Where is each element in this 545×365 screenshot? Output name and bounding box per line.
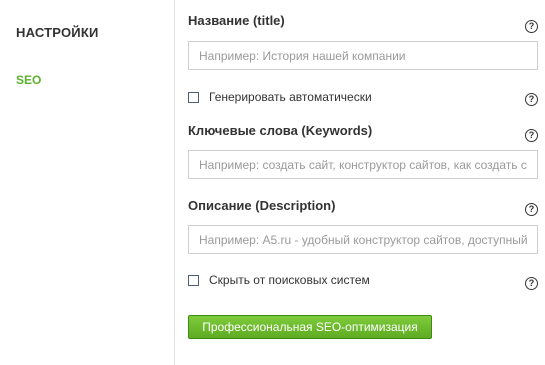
- seo-settings-form: Название (title) ? Генерировать автомати…: [188, 0, 545, 365]
- hide-from-search-label[interactable]: Скрыть от поисковых систем: [209, 273, 370, 287]
- generate-auto-row[interactable]: Генерировать автоматически: [188, 89, 372, 105]
- description-label: Описание (Description): [188, 198, 336, 213]
- keywords-label: Ключевые слова (Keywords): [188, 123, 373, 138]
- generate-auto-checkbox[interactable]: [188, 91, 199, 103]
- description-input[interactable]: [188, 225, 538, 254]
- hide-from-search-checkbox[interactable]: [188, 274, 199, 286]
- pro-seo-button[interactable]: Профессиональная SEO-оптимизация: [188, 315, 432, 339]
- generate-auto-label[interactable]: Генерировать автоматически: [209, 90, 372, 104]
- help-icon[interactable]: ?: [525, 129, 538, 142]
- help-icon[interactable]: ?: [525, 93, 538, 106]
- sidebar-item-seo[interactable]: SEO: [16, 73, 41, 87]
- title-input[interactable]: [188, 41, 538, 70]
- hide-from-search-row[interactable]: Скрыть от поисковых систем: [188, 272, 370, 288]
- sidebar: НАСТРОЙКИ SEO: [0, 0, 175, 365]
- keywords-input[interactable]: [188, 150, 538, 179]
- help-icon[interactable]: ?: [525, 203, 538, 216]
- help-icon[interactable]: ?: [525, 20, 538, 33]
- sidebar-title: НАСТРОЙКИ: [16, 25, 99, 40]
- help-icon[interactable]: ?: [525, 277, 538, 290]
- title-label: Название (title): [188, 13, 285, 28]
